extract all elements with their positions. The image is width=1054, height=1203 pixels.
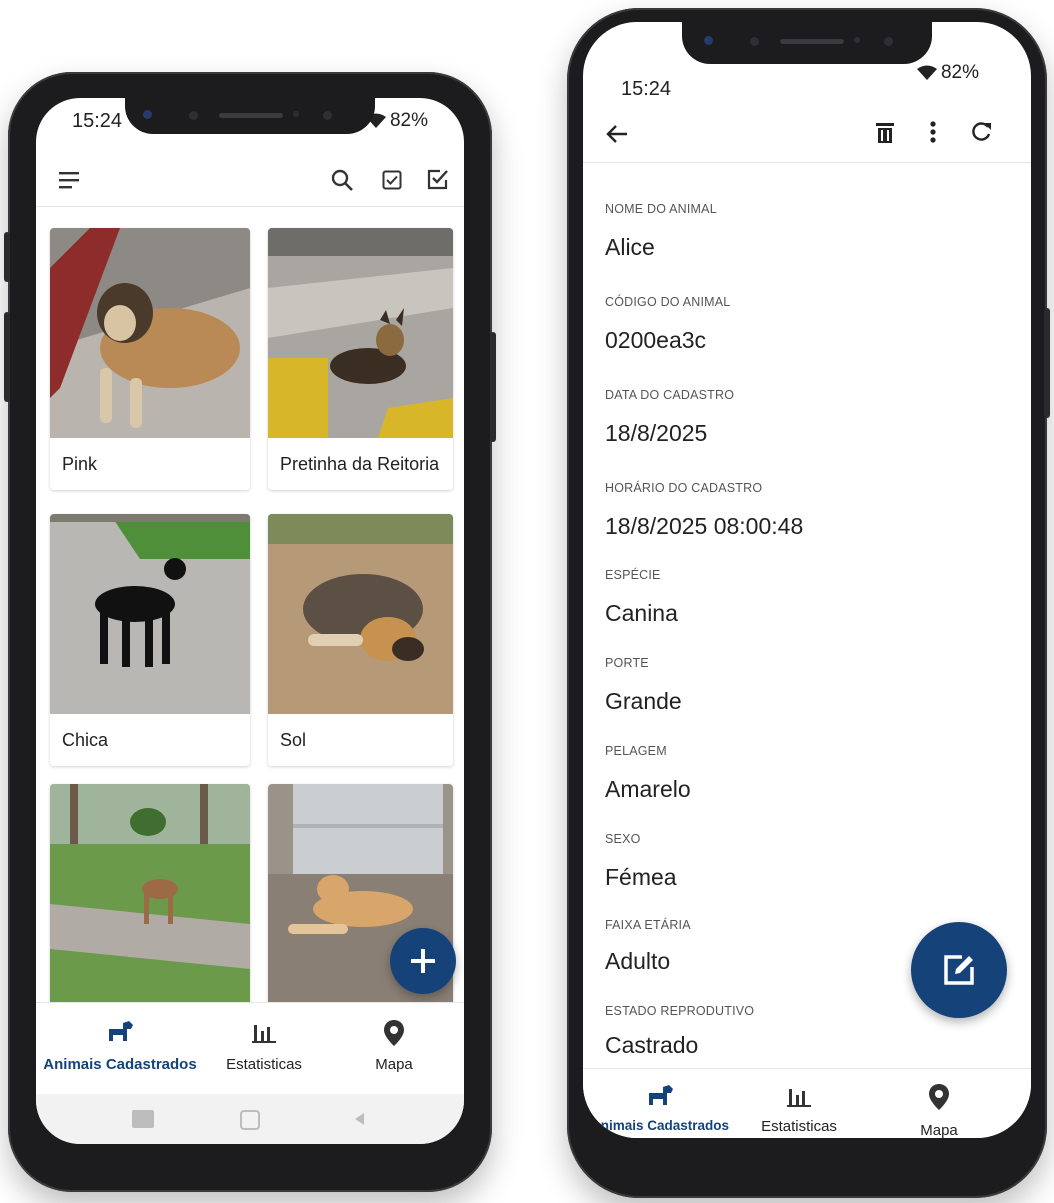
- menu-button[interactable]: [54, 164, 86, 196]
- animal-card[interactable]: Pretinha da Reitoria: [268, 228, 453, 490]
- bottom-navigation: Animais Cadastrados Estatisticas Mapa: [36, 1002, 464, 1095]
- field-label: DATA DO CADASTRO: [605, 388, 735, 402]
- detail-screen: 15:24 82% NOME DO ANIMAL Alice CÓDIGO DO…: [583, 22, 1031, 1138]
- field-label: CÓDIGO DO ANIMAL: [605, 295, 731, 309]
- arrow-back-icon: [606, 125, 627, 143]
- field-value: 18/8/2025 08:00:48: [605, 513, 804, 539]
- power-button: [490, 332, 496, 442]
- animal-photo: [50, 784, 250, 1024]
- notch: [682, 22, 932, 64]
- add-icon: [411, 949, 435, 973]
- animal-photo: [268, 228, 453, 438]
- nav-item-estatisticas[interactable]: Estatisticas: [739, 1083, 859, 1135]
- field-value: Grande: [605, 688, 682, 714]
- field-value: Castrado: [605, 1032, 699, 1058]
- bar-chart-icon: [787, 1089, 811, 1107]
- animal-photo: [50, 228, 250, 438]
- more-options-button[interactable]: [919, 116, 947, 148]
- menu-icon: [59, 172, 79, 189]
- status-indicators: 82%: [916, 62, 979, 84]
- top-app-bar: [583, 104, 1031, 163]
- select-button[interactable]: [376, 164, 408, 196]
- field-value: Alice: [605, 234, 655, 260]
- animal-card[interactable]: [50, 784, 250, 1024]
- dog-icon: [109, 1021, 133, 1041]
- add-animal-button[interactable]: [390, 928, 456, 994]
- system-navigation-bar: [36, 1094, 464, 1144]
- field-label: ESPÉCIE: [605, 568, 661, 582]
- field-label: HORÁRIO DO CADASTRO: [605, 481, 763, 495]
- nav-item-animais[interactable]: Animais Cadastrados: [38, 1019, 202, 1073]
- volume-button: [4, 312, 10, 402]
- volume-button: [4, 232, 10, 282]
- animal-name: Pink: [62, 454, 98, 474]
- animal-photo: [268, 514, 453, 714]
- field-value: Adulto: [605, 948, 671, 974]
- wifi-icon: [916, 65, 937, 80]
- field-value: 18/8/2025: [605, 420, 708, 446]
- battery-level: 82%: [940, 62, 979, 83]
- field-label: PELAGEM: [605, 744, 667, 758]
- refresh-button[interactable]: [965, 116, 997, 148]
- field-label: NOME DO ANIMAL: [605, 202, 717, 216]
- status-time: 15:24: [621, 78, 672, 100]
- animal-card[interactable]: Pink: [50, 228, 250, 490]
- map-pin-icon: [384, 1020, 404, 1046]
- status-indicators: 82%: [365, 110, 428, 132]
- animal-grid: Pink Pretinha da Reitoria Chica Sol: [50, 228, 453, 1024]
- field-value: Canina: [605, 600, 678, 626]
- list-screen: 15:24 82% Pink Pretinha da Reitoria Chic…: [36, 98, 464, 1144]
- home-button[interactable]: [240, 1110, 260, 1130]
- field-label: PORTE: [605, 656, 649, 670]
- status-time: 15:24: [72, 110, 123, 132]
- back-triangle-icon[interactable]: [354, 1112, 366, 1126]
- nav-item-animais[interactable]: Animais Cadastrados: [585, 1083, 735, 1133]
- animal-name: Pretinha da Reitoria: [280, 454, 440, 474]
- nav-label: Mapa: [920, 1122, 958, 1138]
- nav-label: Mapa: [375, 1056, 413, 1073]
- trash-icon: [876, 123, 894, 143]
- map-pin-icon: [929, 1084, 949, 1110]
- delete-button[interactable]: [869, 116, 901, 148]
- nav-item-mapa[interactable]: Mapa: [334, 1019, 454, 1073]
- edit-animal-button[interactable]: [911, 922, 1007, 1018]
- field-value: Amarelo: [605, 776, 691, 802]
- checkbox-outline-icon: [382, 170, 402, 190]
- nav-label: Animais Cadastrados: [590, 1118, 730, 1133]
- power-button: [1044, 308, 1050, 418]
- field-value: 0200ea3c: [605, 327, 707, 353]
- nav-item-mapa[interactable]: Mapa: [879, 1083, 999, 1138]
- animal-name: Chica: [62, 730, 109, 750]
- nav-label: Estatisticas: [761, 1118, 837, 1135]
- animal-photo: [50, 514, 250, 714]
- field-label: ESTADO REPRODUTIVO: [605, 1004, 755, 1018]
- phone-right: 15:24 82% NOME DO ANIMAL Alice CÓDIGO DO…: [567, 8, 1050, 1198]
- refresh-icon: [972, 122, 991, 141]
- notch: [125, 98, 375, 134]
- animal-card[interactable]: Sol: [268, 514, 453, 766]
- select-all-button[interactable]: [422, 164, 454, 196]
- edit-icon: [944, 955, 974, 985]
- dog-icon: [649, 1085, 673, 1105]
- animal-card[interactable]: Chica: [50, 514, 250, 766]
- field-label: SEXO: [605, 832, 641, 846]
- top-app-bar: [36, 154, 464, 207]
- field-label: FAIXA ETÁRIA: [605, 918, 691, 932]
- recents-button[interactable]: [132, 1110, 154, 1128]
- back-button[interactable]: [601, 118, 633, 150]
- animal-name: Sol: [280, 730, 307, 750]
- bar-chart-icon: [252, 1025, 276, 1043]
- battery-level: 82%: [389, 110, 428, 131]
- more-vertical-icon: [930, 121, 936, 143]
- search-button[interactable]: [326, 164, 358, 196]
- field-value: Fémea: [605, 864, 677, 890]
- phone-left: 15:24 82% Pink Pretinha da Reitoria Chic…: [4, 72, 496, 1192]
- nav-label: Estatisticas: [226, 1056, 302, 1073]
- bottom-navigation: Animais Cadastrados Estatisticas Mapa: [583, 1068, 1031, 1138]
- search-icon: [331, 169, 353, 191]
- nav-label: Animais Cadastrados: [43, 1056, 197, 1073]
- nav-item-estatisticas[interactable]: Estatisticas: [204, 1019, 324, 1073]
- checkbox-checked-icon: [427, 169, 448, 190]
